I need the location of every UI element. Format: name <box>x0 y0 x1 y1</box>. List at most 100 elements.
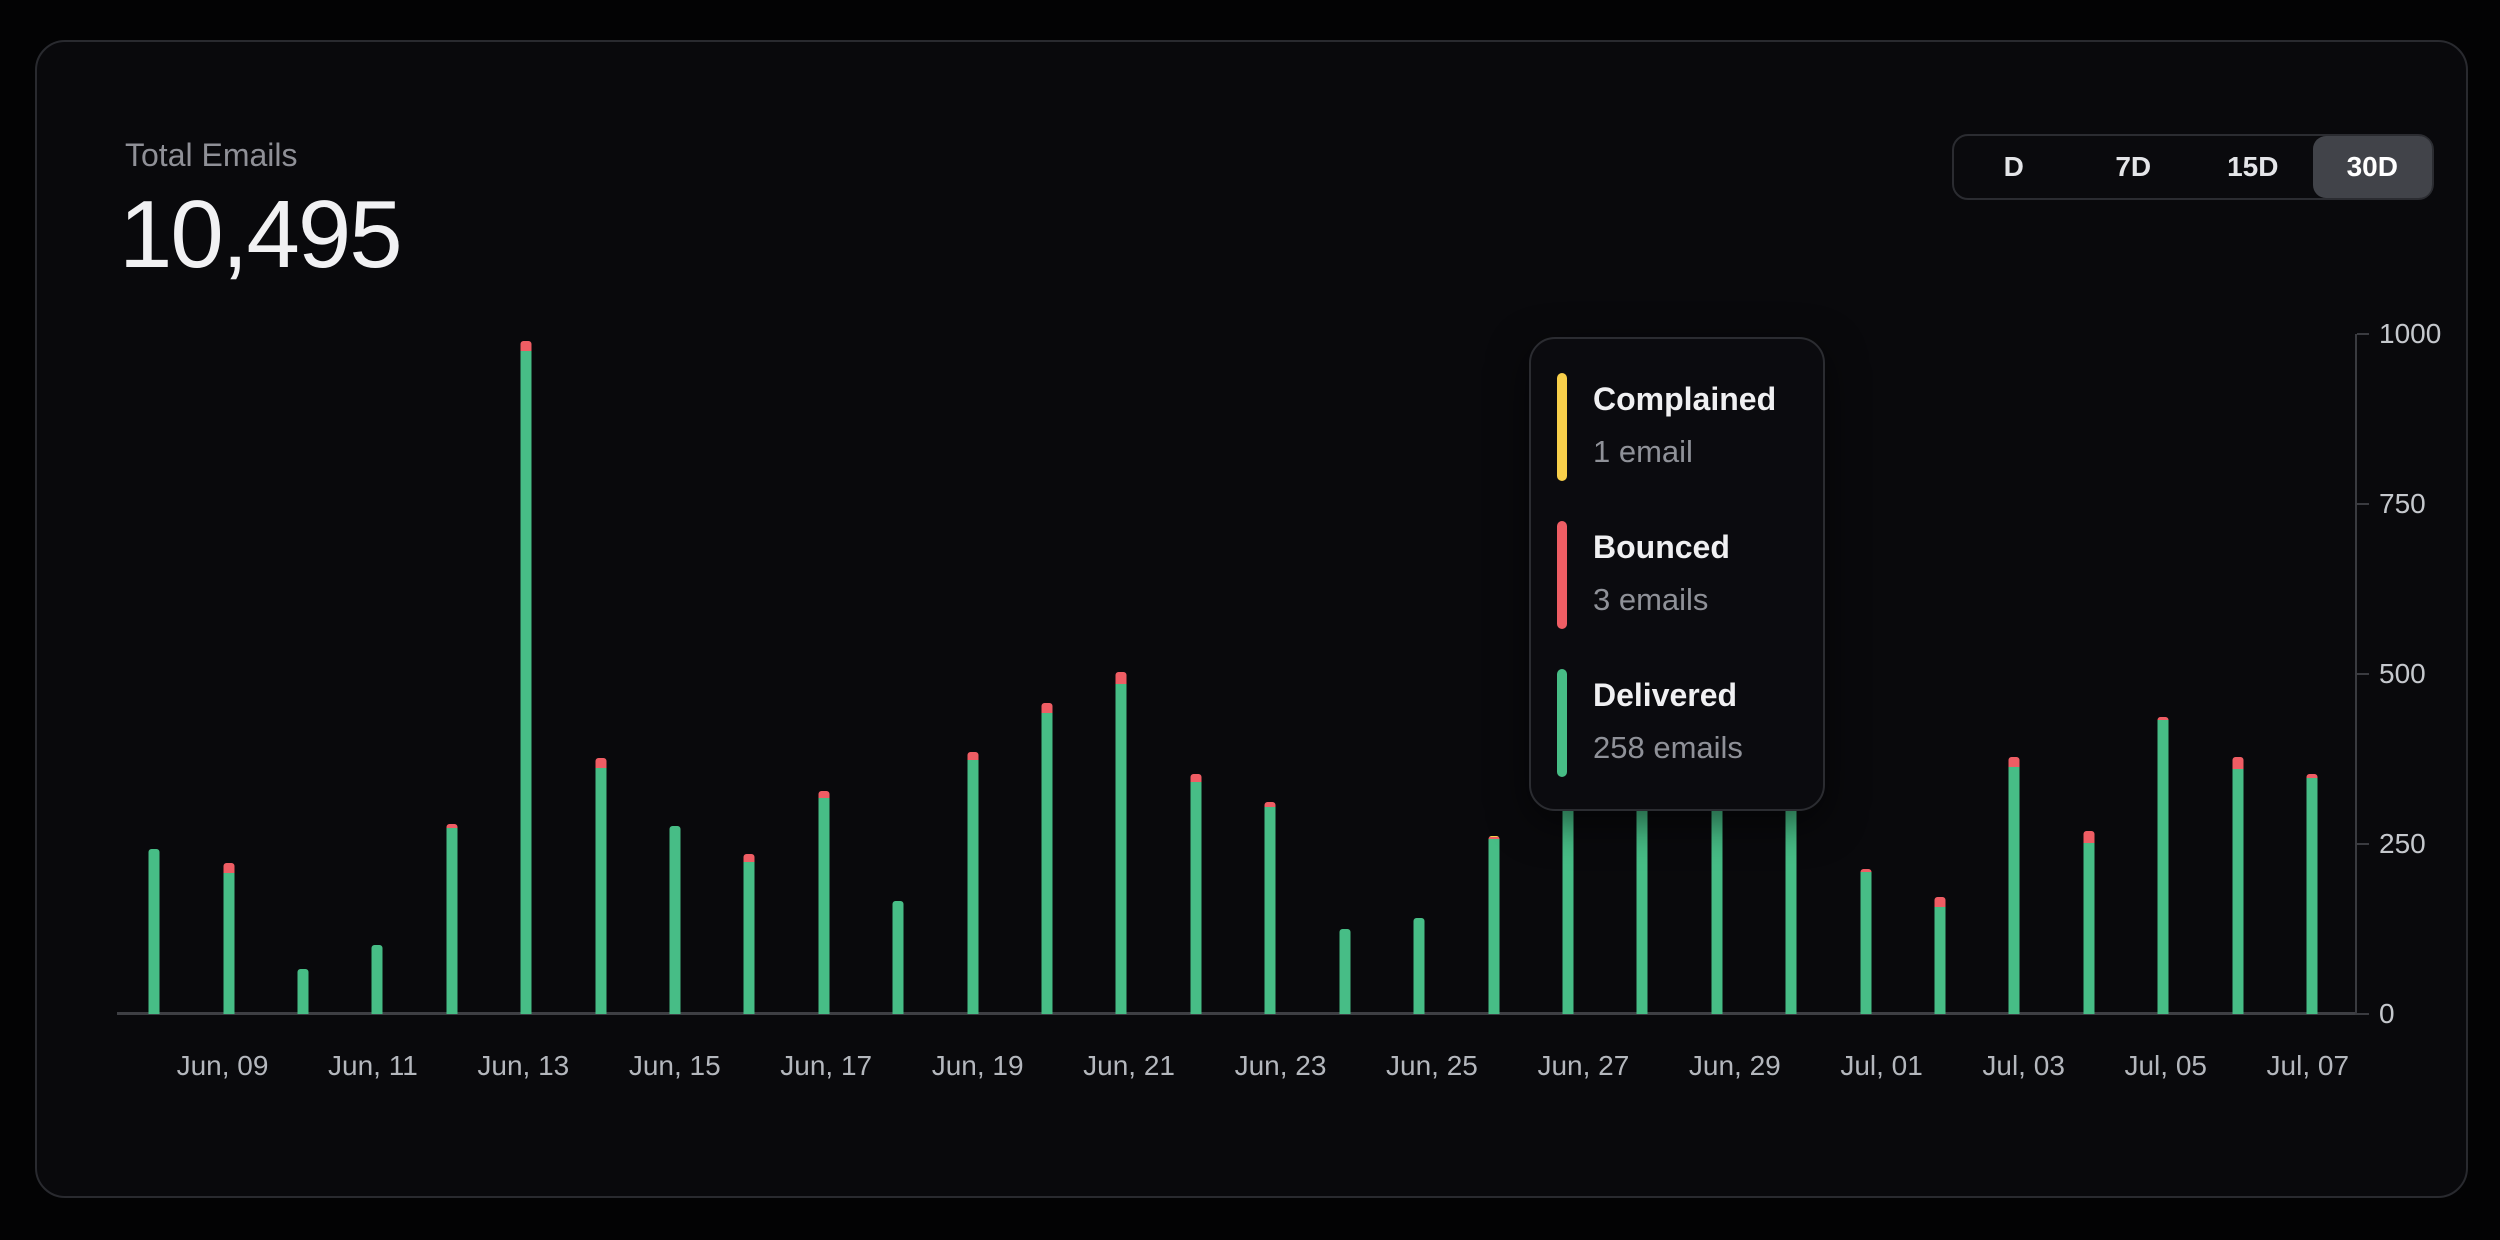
y-axis-tick <box>2357 503 2369 505</box>
bar-jun-20[interactable] <box>1042 703 1053 1014</box>
bar-slot <box>1382 334 1456 1014</box>
x-axis-label-empty <box>721 1050 781 1088</box>
metric-value: 10,495 <box>119 180 401 290</box>
x-axis-label-empty <box>1629 1050 1689 1088</box>
bar-slot <box>340 334 414 1014</box>
range-button-15d[interactable]: 15D <box>2193 136 2313 198</box>
bar-jun-12[interactable] <box>446 824 457 1014</box>
x-axis-label-empty <box>2207 1050 2267 1088</box>
bar-jun-25[interactable] <box>1414 918 1425 1014</box>
bar-jul-03[interactable] <box>2009 757 2020 1014</box>
bar-slot <box>1828 334 1902 1014</box>
bar-slot <box>489 334 563 1014</box>
x-axis-label: Jun, 15 <box>629 1050 721 1088</box>
range-button-30d[interactable]: 30D <box>2313 136 2433 198</box>
y-axis-label: 1000 <box>2379 318 2441 350</box>
bar-segment-delivered <box>1934 907 1945 1014</box>
x-axis-label-empty <box>872 1050 932 1088</box>
chart-plot-area <box>117 334 2349 1014</box>
bar-jun-18[interactable] <box>893 901 904 1014</box>
bar-segment-bounced <box>2009 757 2020 767</box>
tooltip-series-value: 1 email <box>1593 434 1776 470</box>
x-axis-label-empty <box>1175 1050 1235 1088</box>
bar-slot <box>1456 334 1530 1014</box>
x-axis-label-empty <box>1478 1050 1538 1088</box>
x-axis-label: Jul, 03 <box>1982 1050 2065 1088</box>
y-axis-label: 750 <box>2379 488 2426 520</box>
bar-segment-bounced <box>2083 831 2094 843</box>
bar-jun-08[interactable] <box>149 849 160 1014</box>
bar-jun-26[interactable] <box>1488 836 1499 1014</box>
bar-jun-14[interactable] <box>595 758 606 1014</box>
bar-slot <box>563 334 637 1014</box>
bar-jun-19[interactable] <box>967 752 978 1014</box>
legend-pill-delivered <box>1557 669 1567 777</box>
bar-jun-17[interactable] <box>818 791 829 1014</box>
x-axis-label: Jun, 17 <box>780 1050 872 1088</box>
bar-segment-bounced <box>1042 703 1053 713</box>
bar-slot <box>415 334 489 1014</box>
x-axis-label-empty <box>2065 1050 2125 1088</box>
bar-jun-24[interactable] <box>1339 929 1350 1014</box>
x-axis-label: Jun, 25 <box>1386 1050 1478 1088</box>
bar-jul-06[interactable] <box>2232 757 2243 1014</box>
bar-segment-bounced <box>521 341 532 351</box>
bar-segment-delivered <box>893 901 904 1014</box>
x-axis-label-empty <box>117 1050 177 1088</box>
bar-slot <box>638 334 712 1014</box>
y-axis-tick <box>2357 333 2369 335</box>
bar-segment-delivered <box>1116 684 1127 1014</box>
bar-segment-delivered <box>2232 769 2243 1014</box>
x-axis-labels: Jun, 09Jun, 11Jun, 13Jun, 15Jun, 17Jun, … <box>117 1050 2349 1088</box>
bar-slot <box>787 334 861 1014</box>
bar-slot <box>266 334 340 1014</box>
bar-jun-10[interactable] <box>298 969 309 1014</box>
bar-segment-delivered <box>670 826 681 1014</box>
y-axis-tick <box>2357 843 2369 845</box>
bar-jun-23[interactable] <box>1265 802 1276 1014</box>
bar-slot <box>1308 334 1382 1014</box>
x-axis-label: Jul, 01 <box>1840 1050 1923 1088</box>
range-button-7d[interactable]: 7D <box>2074 136 2194 198</box>
bar-segment-delivered <box>521 351 532 1014</box>
bar-slot <box>1233 334 1307 1014</box>
y-axis-label: 0 <box>2379 998 2395 1030</box>
bar-jul-05[interactable] <box>2158 717 2169 1014</box>
bar-segment-bounced <box>1934 897 1945 907</box>
bar-jul-02[interactable] <box>1934 897 1945 1014</box>
bar-segment-bounced <box>223 863 234 873</box>
bar-slot <box>1977 334 2051 1014</box>
range-button-d[interactable]: D <box>1954 136 2074 198</box>
bar-slot <box>1084 334 1158 1014</box>
bar-jun-09[interactable] <box>223 863 234 1014</box>
bar-segment-delivered <box>1339 929 1350 1014</box>
x-axis-label: Jun, 27 <box>1537 1050 1629 1088</box>
bar-jun-22[interactable] <box>1190 774 1201 1014</box>
tooltip-series-label: Complained <box>1593 381 1776 418</box>
bar-jul-01[interactable] <box>1860 869 1871 1014</box>
bar-jul-07[interactable] <box>2306 774 2317 1014</box>
x-axis-label-empty <box>1923 1050 1983 1088</box>
bar-jun-11[interactable] <box>372 945 383 1014</box>
bar-jun-13[interactable] <box>521 341 532 1014</box>
bar-jul-04[interactable] <box>2083 831 2094 1014</box>
bar-segment-bounced <box>744 854 755 862</box>
bar-jun-21[interactable] <box>1116 672 1127 1014</box>
bar-segment-delivered <box>298 969 309 1014</box>
bar-segment-bounced <box>967 752 978 760</box>
bar-slot <box>2275 334 2349 1014</box>
bar-slot <box>1903 334 1977 1014</box>
bar-slot <box>861 334 935 1014</box>
bar-segment-delivered <box>1190 782 1201 1014</box>
x-axis-label-empty <box>418 1050 478 1088</box>
bar-segment-delivered <box>372 945 383 1014</box>
chart-tooltip: Complained1 emailBounced3 emailsDelivere… <box>1529 337 1825 811</box>
bar-segment-delivered <box>2158 720 2169 1014</box>
legend-pill-bounced <box>1557 521 1567 629</box>
total-emails-card: Total Emails 10,495 D7D15D30D 0250500750… <box>35 40 2468 1198</box>
bar-jun-16[interactable] <box>744 854 755 1014</box>
bar-jun-15[interactable] <box>670 826 681 1014</box>
y-axis-line <box>2355 334 2357 1015</box>
tooltip-series-value: 3 emails <box>1593 582 1730 618</box>
metric-label: Total Emails <box>125 137 298 174</box>
